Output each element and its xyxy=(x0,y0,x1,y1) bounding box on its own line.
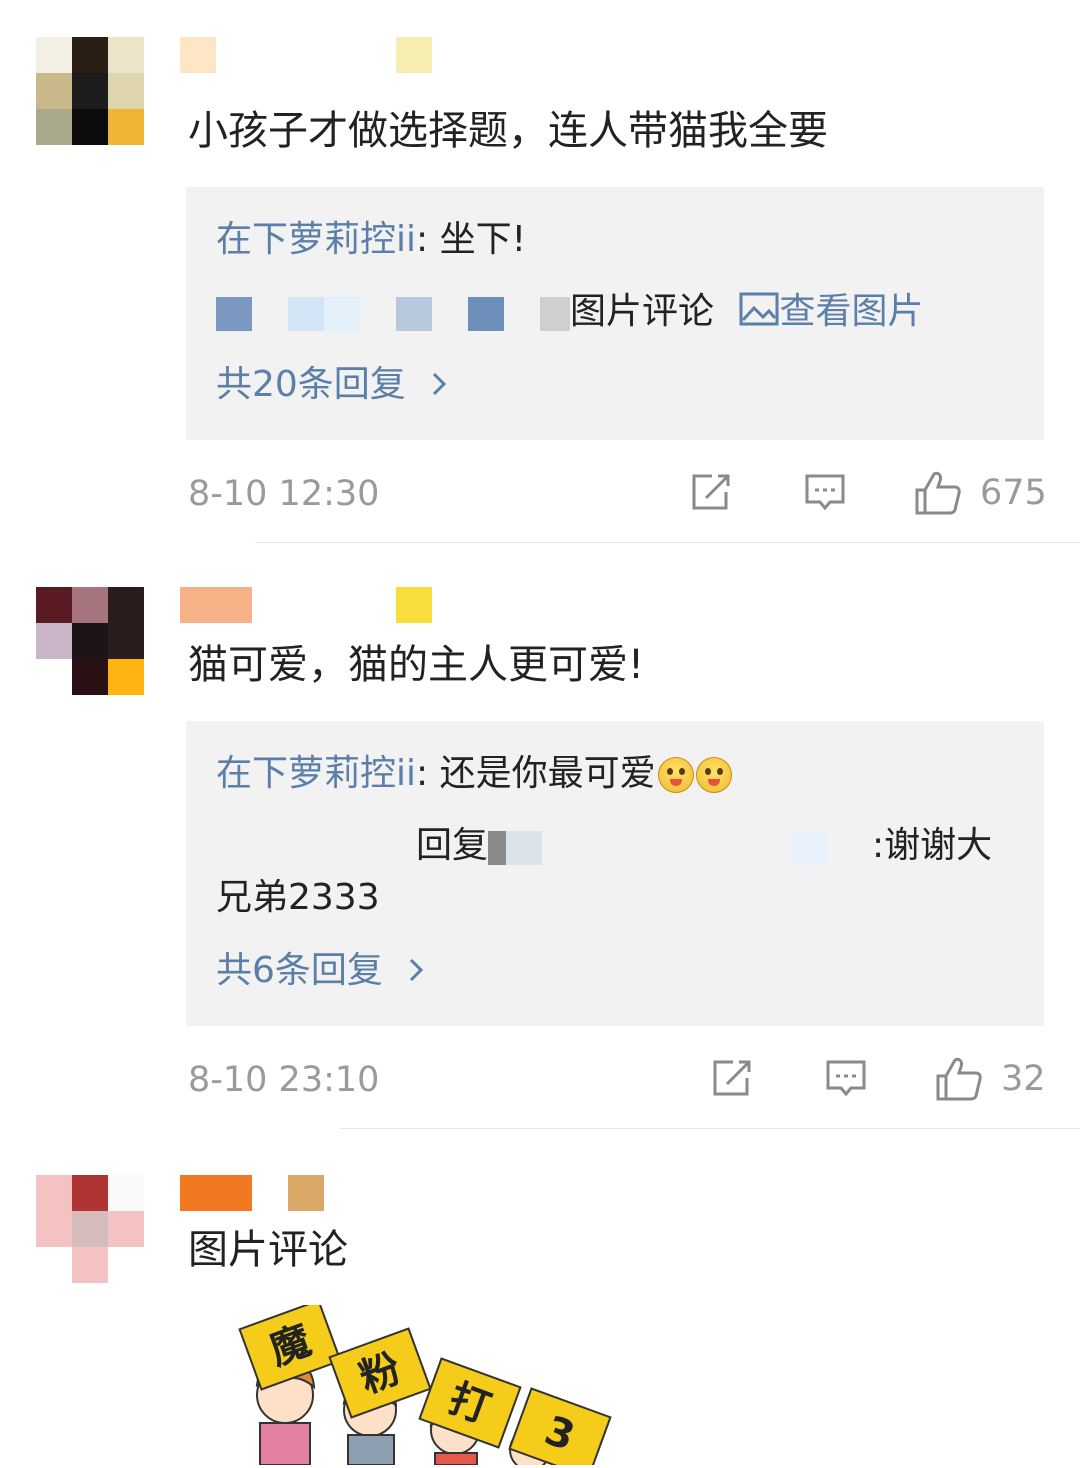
comment-text: 图片评论 xyxy=(188,1227,348,1273)
comment-3: 图片评论 魔 粉 打 3 xyxy=(0,0,1080,1468)
comment-image[interactable]: 魔 粉 打 3 xyxy=(230,1305,650,1465)
avatar[interactable] xyxy=(36,1175,144,1283)
sign: 魔 xyxy=(238,1305,342,1391)
sign: 3 xyxy=(508,1387,612,1465)
username-redacted[interactable] xyxy=(180,1175,324,1211)
